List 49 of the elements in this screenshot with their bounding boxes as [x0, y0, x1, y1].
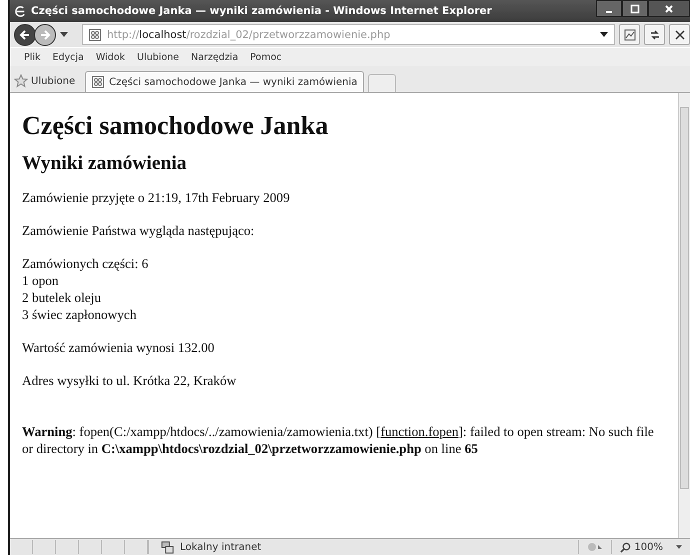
page-subheading: Wyniki zamówienia [22, 153, 188, 175]
page-icon [89, 28, 101, 40]
zoom-icon [620, 542, 632, 552]
forward-button[interactable] [34, 24, 56, 46]
close-icon [664, 4, 674, 14]
back-arrow-icon [19, 28, 31, 40]
text-line: 2 butelek oleju [22, 289, 102, 306]
stop-button[interactable] [669, 24, 690, 45]
address-field[interactable]: http://localhost/rozdzial_02/przetworzzamowienie.php [82, 24, 615, 45]
text-line: Zamówienie przyjęte o 21:19, 17th February 2009 [22, 189, 291, 206]
favorites-button[interactable]: Ulubione [14, 70, 82, 92]
star-icon [14, 74, 28, 88]
caret-icon [676, 545, 682, 549]
security-zone: Lokalny intranet [180, 542, 262, 552]
maximize-icon [630, 4, 640, 14]
page-heading: Części samochodowe Janka [22, 111, 330, 141]
minimize-icon [606, 10, 612, 12]
warning-message: Warning: fopen(C:/xampp/htdocs/../zamowienia/zamowienia.txt) [function.fopen]: failed to open stream: No such file or directory in C:\xampp\htdocs\rozdzial_02\przetworzzamowienie.php on line 65 [22, 423, 655, 457]
refresh-button[interactable] [644, 24, 665, 45]
text-line: 1 opon [22, 272, 60, 289]
menu-item[interactable]: Widok [96, 52, 126, 62]
function-link[interactable]: function.fopen [380, 424, 458, 439]
scrollbar[interactable] [678, 93, 690, 538]
close-icon [674, 28, 686, 40]
text-line: 3 świec zapłonowych [22, 306, 138, 323]
page-icon [92, 76, 104, 88]
refresh-icon [648, 28, 660, 40]
menu-item[interactable]: Narzędzia [191, 52, 238, 62]
maximize-button[interactable] [622, 0, 648, 17]
dropdown-icon[interactable] [60, 32, 68, 37]
text-line: Zamówienie Państwa wygląda następująco: [22, 222, 256, 239]
close-button[interactable] [648, 0, 690, 17]
menu-item[interactable]: Plik [24, 52, 41, 62]
text-line: Adres wysyłki to ul. Krótka 22, Kraków [22, 372, 238, 389]
page-chart-icon [624, 28, 636, 40]
zoom-button[interactable]: 100% [611, 540, 690, 554]
menu-item[interactable]: Ulubione [137, 52, 179, 62]
forward-arrow-icon [39, 28, 51, 40]
text-line: Wartość zamówienia wynosi 132.00 [22, 339, 216, 356]
back-button[interactable] [14, 24, 36, 46]
compatibility-button[interactable] [619, 24, 640, 45]
window-title: Części samochodowe Janka — wyniki zamówienia - Windows Internet Explorer [31, 5, 492, 17]
browser-tab[interactable]: Części samochodowe Janka — wyniki zamówienia [85, 71, 364, 92]
menu-item[interactable]: Pomoc [250, 52, 282, 62]
browser-logo-icon [14, 4, 27, 18]
minimize-button[interactable] [596, 0, 622, 17]
text-line: Zamówionych części: 6 [22, 255, 150, 272]
menu-item[interactable]: Edycja [52, 52, 84, 62]
dropdown-icon[interactable] [600, 32, 608, 37]
